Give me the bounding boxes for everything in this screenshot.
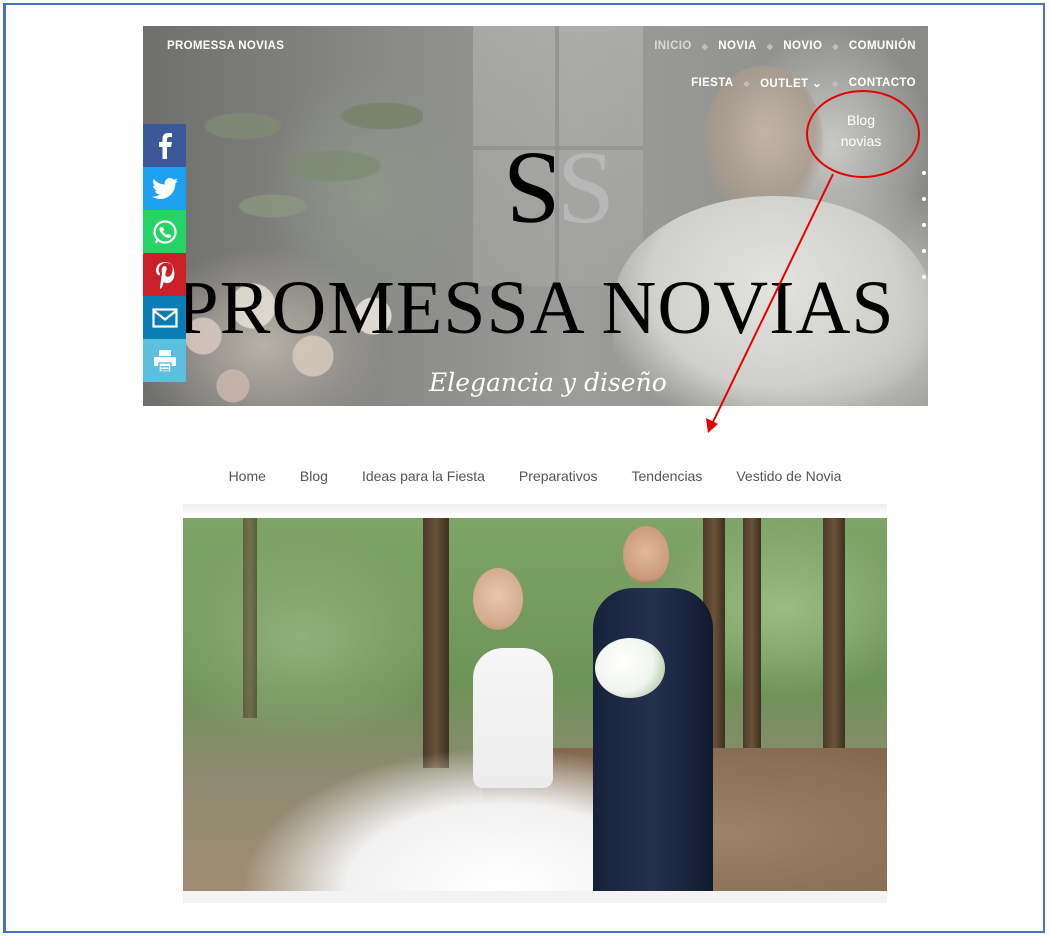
hero-tagline: Elegancia y diseño	[429, 368, 667, 397]
main-nav-row-2: FIESTA ◆ OUTLET ⌄ ◆ CONTACTO	[691, 76, 916, 90]
bride-face	[473, 568, 523, 630]
pinterest-icon	[155, 261, 174, 289]
slider-dot[interactable]	[922, 275, 926, 279]
main-nav-row-1: INICIO ◆ NOVIA ◆ NOVIO ◆ COMUNIÓN	[654, 40, 916, 52]
tree-trunk	[823, 518, 845, 768]
blog-nav-divider	[183, 504, 887, 516]
slider-dots	[922, 171, 928, 301]
nav-separator: ◆	[832, 78, 839, 88]
groom-suit	[593, 588, 713, 891]
logo-letter-s: S	[557, 130, 615, 236]
slider-dot[interactable]	[922, 249, 926, 253]
blog-nav-vestido-novia[interactable]: Vestido de Novia	[736, 468, 841, 484]
slider-dot[interactable]	[922, 171, 926, 175]
slider-dot[interactable]	[922, 197, 926, 201]
twitter-share-button[interactable]	[143, 167, 186, 210]
nav-inicio[interactable]: INICIO	[654, 40, 692, 52]
whatsapp-share-button[interactable]	[143, 210, 186, 253]
blog-nav-home[interactable]: Home	[229, 468, 266, 484]
whatsapp-icon	[152, 219, 177, 244]
social-share-bar	[143, 124, 186, 382]
hero-title: PROMESSA NOVIAS	[176, 266, 895, 350]
bouquet	[595, 638, 665, 698]
tree-trunk	[243, 518, 257, 718]
email-share-button[interactable]	[143, 296, 186, 339]
blog-nav-tendencias[interactable]: Tendencias	[632, 468, 703, 484]
bride-bodice	[473, 648, 553, 788]
facebook-share-button[interactable]	[143, 124, 186, 167]
photo-caption-bar	[183, 891, 887, 903]
twitter-icon	[151, 177, 178, 199]
nav-outlet[interactable]: OUTLET ⌄	[760, 76, 822, 90]
blog-nav: Home Blog Ideas para la Fiesta Preparati…	[183, 460, 887, 492]
nav-contacto[interactable]: CONTACTO	[849, 77, 916, 89]
nav-outlet-label: OUTLET	[760, 78, 809, 90]
tree-trunk	[423, 518, 449, 768]
facebook-icon	[158, 132, 172, 159]
tree-trunk	[743, 518, 761, 758]
nav-separator: ◆	[743, 78, 751, 88]
groom-face	[623, 526, 669, 584]
site-name[interactable]: PROMESSA NOVIAS	[167, 40, 284, 52]
nav-fiesta[interactable]: FIESTA	[691, 77, 733, 89]
print-button[interactable]	[143, 339, 186, 382]
logo-letter-s-rotated: S	[503, 131, 561, 236]
annotation-line-2: novias	[840, 133, 882, 149]
slider-dot[interactable]	[922, 223, 926, 227]
nav-comunion[interactable]: COMUNIÓN	[849, 40, 916, 52]
nav-separator: ◆	[832, 41, 839, 51]
brand-logo: S S	[503, 130, 615, 236]
blog-nav-preparativos[interactable]: Preparativos	[519, 468, 598, 484]
nav-separator: ◆	[701, 41, 709, 51]
blog-nav-ideas-fiesta[interactable]: Ideas para la Fiesta	[362, 468, 485, 484]
nav-novio[interactable]: NOVIO	[783, 40, 822, 52]
email-icon	[151, 307, 178, 328]
annotation-line-1: Blog	[846, 112, 876, 128]
annotation-label: Blog novias	[826, 110, 896, 152]
print-icon	[153, 349, 176, 373]
bride-and-groom-photo[interactable]	[183, 518, 887, 891]
blog-nav-blog[interactable]: Blog	[300, 468, 328, 484]
chevron-down-icon: ⌄	[812, 78, 823, 90]
background-leaves	[183, 86, 423, 256]
nav-separator: ◆	[766, 41, 774, 51]
pinterest-share-button[interactable]	[143, 253, 186, 296]
nav-novia[interactable]: NOVIA	[718, 40, 756, 52]
hero-banner: PROMESSA NOVIAS INICIO ◆ NOVIA ◆ NOVIO ◆…	[143, 26, 928, 406]
